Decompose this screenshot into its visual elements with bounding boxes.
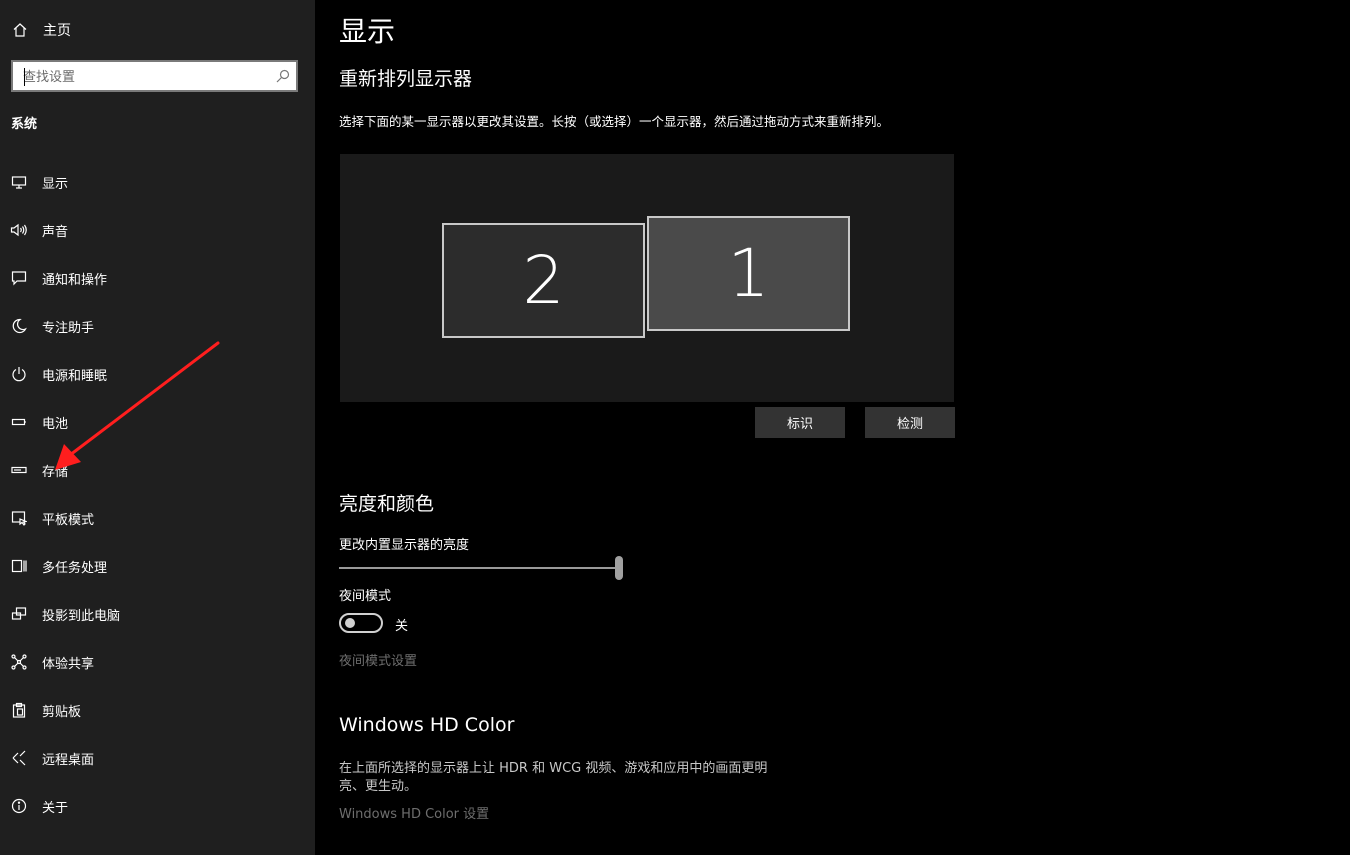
sidebar-item-battery[interactable]: 电池 (0, 402, 315, 442)
sidebar-item-tablet-mode[interactable]: 平板模式 (0, 498, 315, 538)
sidebar-item-about[interactable]: 关于 (0, 786, 315, 826)
sidebar-item-label: 关于 (42, 800, 69, 816)
identify-button[interactable]: 标识 (755, 407, 845, 438)
hdr-description: 在上面所选择的显示器上让 HDR 和 WCG 视频、游戏和应用中的画面更明亮、更… (339, 761, 768, 794)
hdr-settings-link[interactable]: Windows HD Color 设置 (339, 803, 489, 822)
section-title: 系统 (11, 117, 38, 132)
sidebar: 主页 系统 显示 声音 通知和操作 专注助手 电源和睡眠 电池 存储 平板模式 (0, 0, 315, 855)
moon-icon (10, 317, 28, 335)
slider-fill (339, 567, 619, 569)
sidebar-item-label: 专注助手 (42, 320, 95, 336)
home-link[interactable]: 主页 (10, 18, 71, 42)
notification-icon (10, 269, 28, 287)
page-title: 显示 (339, 15, 396, 48)
sidebar-item-label: 通知和操作 (42, 272, 108, 288)
sidebar-item-label: 电源和睡眠 (42, 368, 108, 384)
search-icon[interactable] (276, 68, 290, 87)
text-caret (24, 68, 25, 86)
clipboard-icon (10, 701, 28, 719)
toggle-knob (345, 618, 355, 628)
project-icon (10, 605, 28, 623)
monitor-2[interactable]: 2 (442, 223, 645, 338)
sidebar-item-remote-desktop[interactable]: 远程桌面 (0, 738, 315, 778)
main-content: 显示 重新排列显示器 选择下面的某一显示器以更改其设置。长按（或选择）一个显示器… (315, 0, 1350, 855)
brightness-slider[interactable] (339, 556, 623, 580)
multitask-icon (10, 557, 28, 575)
night-mode-settings-link[interactable]: 夜间模式设置 (339, 650, 417, 669)
slider-thumb[interactable] (615, 556, 623, 580)
sidebar-item-shared-experiences[interactable]: 体验共享 (0, 642, 315, 682)
home-label: 主页 (43, 23, 71, 39)
power-icon (10, 365, 28, 383)
night-mode-state: 关 (395, 619, 409, 634)
sidebar-item-sound[interactable]: 声音 (0, 210, 315, 250)
tablet-icon (10, 509, 28, 527)
speaker-icon (10, 221, 28, 239)
rearrange-description: 选择下面的某一显示器以更改其设置。长按（或选择）一个显示器，然后通过拖动方式来重… (339, 114, 890, 129)
night-mode-toggle[interactable] (339, 613, 383, 633)
sidebar-item-label: 多任务处理 (42, 560, 108, 576)
sidebar-item-clipboard[interactable]: 剪贴板 (0, 690, 315, 730)
sidebar-item-label: 存储 (42, 464, 69, 480)
sidebar-item-label: 剪贴板 (42, 704, 82, 720)
night-mode-label: 夜间模式 (339, 589, 392, 604)
sidebar-item-label: 体验共享 (42, 656, 95, 672)
sidebar-item-project[interactable]: 投影到此电脑 (0, 594, 315, 634)
sidebar-item-multitasking[interactable]: 多任务处理 (0, 546, 315, 586)
brightness-heading: 亮度和颜色 (339, 493, 435, 515)
hdr-heading: Windows HD Color (339, 714, 515, 736)
sidebar-item-label: 平板模式 (42, 512, 95, 528)
search-box[interactable] (11, 60, 298, 92)
brightness-slider-label: 更改内置显示器的亮度 (339, 538, 470, 553)
remote-desktop-icon (10, 749, 28, 767)
monitor-1[interactable]: 1 (647, 216, 850, 331)
info-icon (10, 797, 28, 815)
search-input[interactable] (23, 67, 263, 87)
sidebar-item-label: 电池 (42, 416, 69, 432)
sidebar-item-notifications[interactable]: 通知和操作 (0, 258, 315, 298)
sidebar-item-display[interactable]: 显示 (0, 162, 315, 202)
sidebar-item-power-sleep[interactable]: 电源和睡眠 (0, 354, 315, 394)
sidebar-item-label: 声音 (42, 224, 69, 240)
rearrange-heading: 重新排列显示器 (339, 68, 473, 90)
monitor-arrangement-area[interactable]: 2 1 (340, 154, 954, 402)
sidebar-item-label: 远程桌面 (42, 752, 95, 768)
detect-button[interactable]: 检测 (865, 407, 955, 438)
monitor-icon (10, 173, 28, 191)
sidebar-item-label: 投影到此电脑 (42, 608, 121, 624)
battery-icon (10, 413, 28, 431)
sidebar-item-label: 显示 (42, 176, 69, 192)
sidebar-item-storage[interactable]: 存储 (0, 450, 315, 490)
share-icon (10, 653, 28, 671)
storage-icon (10, 461, 28, 479)
sidebar-item-focus-assist[interactable]: 专注助手 (0, 306, 315, 346)
home-icon (10, 20, 30, 40)
